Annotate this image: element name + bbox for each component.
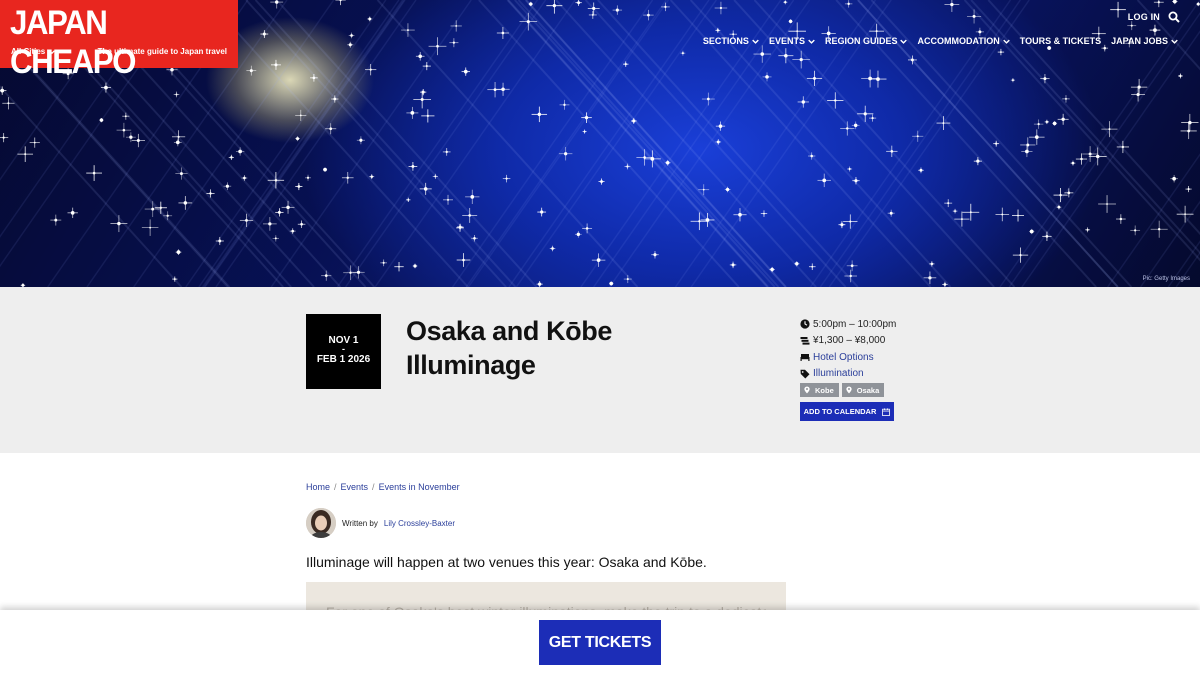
nav-item-events[interactable]: EVENTS bbox=[769, 36, 815, 46]
logo-wordmark: JAPAN CHEAPO bbox=[10, 4, 136, 81]
location-tag-label: Osaka bbox=[856, 385, 880, 395]
author-name-link[interactable]: Lily Crossley-Baxter bbox=[384, 519, 455, 528]
sticky-ticket-bar: GET TICKETS bbox=[0, 610, 1200, 675]
clock-icon bbox=[800, 319, 810, 329]
event-time-text: 5:00pm – 10:00pm bbox=[813, 318, 897, 330]
location-tag-osaka[interactable]: Osaka bbox=[841, 383, 885, 397]
date-separator: - bbox=[342, 344, 345, 354]
money-icon bbox=[800, 336, 810, 345]
author-photo bbox=[306, 508, 336, 538]
site-logo[interactable]: JAPAN CHEAPO All Cities The ultimate gui… bbox=[0, 0, 238, 81]
author-avatar[interactable] bbox=[306, 508, 336, 538]
map-pin-icon bbox=[804, 386, 810, 394]
main-nav: SECTIONS EVENTS REGION GUIDES ACCOMMODATION… bbox=[703, 36, 1178, 46]
site-tagline: The ultimate guide to Japan travel bbox=[97, 47, 227, 56]
article-intro: Illuminage will happen at two venues thi… bbox=[306, 554, 707, 570]
city-selector-label: All Cities bbox=[11, 47, 46, 56]
breadcrumb-events[interactable]: Events bbox=[341, 482, 369, 492]
nav-item-label: TOURS & TICKETS bbox=[1019, 36, 1102, 46]
nav-item-label: EVENTS bbox=[768, 36, 805, 46]
location-tag-label: Kobe bbox=[815, 385, 834, 395]
nav-item-tours-tickets[interactable]: TOURS & TICKETS bbox=[1020, 36, 1101, 46]
breadcrumb-separator: / bbox=[334, 482, 337, 492]
add-to-calendar-button[interactable]: ADD TO CALENDAR bbox=[800, 402, 894, 421]
hotel-options-link[interactable]: Hotel Options bbox=[813, 352, 874, 363]
chevron-down-icon bbox=[49, 50, 56, 54]
author-byline: Written by Lily Crossley-Baxter bbox=[306, 508, 455, 538]
nav-item-accommodation[interactable]: ACCOMMODATION bbox=[917, 36, 1010, 46]
date-end: FEB 1 2026 bbox=[316, 354, 371, 365]
calendar-icon bbox=[882, 407, 891, 416]
tag-icon bbox=[800, 369, 810, 379]
event-meta: 5:00pm – 10:00pm ¥1,300 – ¥8,000 Hotel O… bbox=[800, 316, 1000, 421]
breadcrumb-separator: / bbox=[372, 482, 375, 492]
nav-item-label: JAPAN JOBS bbox=[1111, 36, 1168, 46]
event-time: 5:00pm – 10:00pm bbox=[800, 316, 1000, 333]
nav-item-label: ACCOMMODATION bbox=[917, 36, 1000, 46]
map-pin-icon bbox=[846, 386, 852, 394]
chevron-down-icon bbox=[752, 39, 759, 44]
add-to-calendar-label: ADD TO CALENDAR bbox=[803, 407, 877, 416]
chevron-down-icon bbox=[900, 39, 908, 44]
event-price-text: ¥1,300 – ¥8,000 bbox=[813, 335, 886, 347]
nav-item-label: SECTIONS bbox=[702, 36, 749, 46]
search-icon[interactable] bbox=[1168, 11, 1180, 23]
nav-item-region-guides[interactable]: REGION GUIDES bbox=[825, 36, 908, 46]
event-title: Osaka and Kōbe Illuminage bbox=[406, 316, 612, 380]
city-selector[interactable]: All Cities bbox=[11, 47, 56, 56]
bed-icon bbox=[800, 354, 810, 362]
nav-item-japan-jobs[interactable]: JAPAN JOBS bbox=[1111, 36, 1178, 46]
chevron-down-icon bbox=[1171, 39, 1178, 44]
login-link[interactable]: LOG IN bbox=[1128, 12, 1160, 22]
event-date-badge: NOV 1 - FEB 1 2026 bbox=[306, 314, 381, 389]
breadcrumb-home[interactable]: Home bbox=[306, 482, 330, 492]
hotel-options-row: Hotel Options bbox=[800, 349, 1000, 366]
get-tickets-button[interactable]: GET TICKETS bbox=[539, 620, 661, 665]
category-link[interactable]: Illumination bbox=[813, 368, 864, 379]
author-prefix: Written by bbox=[342, 518, 378, 528]
nav-item-sections[interactable]: SECTIONS bbox=[703, 36, 759, 46]
chevron-down-icon bbox=[1003, 39, 1010, 44]
breadcrumb: Home / Events / Events in November bbox=[306, 482, 460, 492]
breadcrumb-events-november[interactable]: Events in November bbox=[379, 482, 460, 492]
event-price: ¥1,300 – ¥8,000 bbox=[800, 333, 1000, 350]
category-row: Illumination bbox=[800, 366, 1000, 383]
nav-item-label: REGION GUIDES bbox=[824, 36, 898, 46]
location-tags: Kobe Osaka bbox=[800, 383, 1000, 397]
chevron-down-icon bbox=[808, 39, 815, 44]
photo-credit: Pic: Getty Images bbox=[1142, 276, 1190, 282]
event-header: NOV 1 - FEB 1 2026 Osaka and Kōbe Illumi… bbox=[0, 287, 1200, 453]
location-tag-kobe[interactable]: Kobe bbox=[800, 383, 839, 397]
